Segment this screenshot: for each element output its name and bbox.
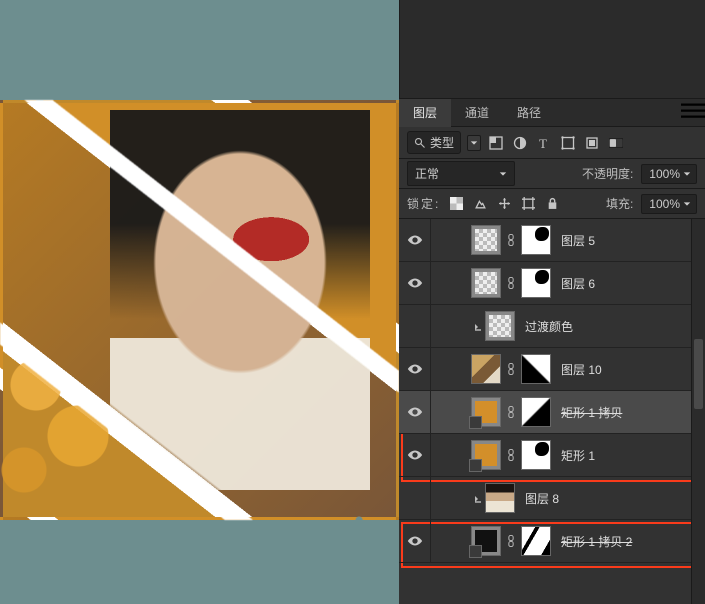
layer-thumbnail[interactable]: [471, 440, 501, 470]
kind-filter-dropdown[interactable]: 类型: [407, 131, 461, 154]
layer-name[interactable]: 图层 5: [561, 232, 595, 249]
kind-filter-toolbar: 类型 T: [399, 127, 705, 159]
mask-thumbnail[interactable]: [521, 225, 551, 255]
filter-shape-icon[interactable]: [559, 134, 577, 152]
tab-layers[interactable]: 图层: [399, 99, 451, 127]
layer-thumbnail[interactable]: [485, 483, 515, 513]
visibility-toggle[interactable]: [399, 520, 431, 562]
panels-column: 图层 通道 路径 类型 T 正常: [399, 0, 705, 604]
lock-image-icon[interactable]: [472, 196, 488, 212]
layer-row[interactable]: 图层 10: [399, 348, 691, 391]
layer-row[interactable]: 图层 8: [399, 477, 691, 520]
kind-filter-caret[interactable]: [467, 135, 481, 151]
layer-name[interactable]: 过渡颜色: [525, 318, 573, 335]
link-icon[interactable]: [505, 363, 517, 375]
visibility-toggle[interactable]: [399, 219, 431, 261]
mask-thumbnail[interactable]: [521, 268, 551, 298]
layer-name[interactable]: 图层 6: [561, 275, 595, 292]
tab-channels[interactable]: 通道: [451, 99, 503, 127]
lock-row: 锁定: 填充: 100%: [399, 189, 705, 219]
tab-paths[interactable]: 路径: [503, 99, 555, 127]
blend-mode-select[interactable]: 正常: [407, 161, 515, 186]
link-icon[interactable]: [505, 449, 517, 461]
layer-thumbnail[interactable]: [471, 397, 501, 427]
layer-name[interactable]: 图层 10: [561, 361, 602, 378]
layer-thumbnail[interactable]: [471, 354, 501, 384]
kind-filter-label: 类型: [430, 134, 454, 151]
layer-name[interactable]: 图层 8: [525, 490, 559, 507]
lock-artboard-icon[interactable]: [520, 196, 536, 212]
filter-toggle-icon[interactable]: [607, 134, 625, 152]
panel-top-gap: [399, 0, 705, 98]
layer-name[interactable]: 矩形 1 拷贝 2: [561, 533, 632, 550]
visibility-toggle[interactable]: [399, 391, 431, 433]
opacity-input[interactable]: 100%: [641, 164, 697, 184]
panel-menu-icon[interactable]: [681, 102, 705, 123]
chevron-down-icon: [683, 170, 691, 178]
panel-tabs: 图层 通道 路径: [399, 99, 705, 127]
layer-row[interactable]: 过渡颜色: [399, 305, 691, 348]
search-icon: [414, 137, 426, 149]
filter-smart-icon[interactable]: [583, 134, 601, 152]
layers-list: 图层 5 图层 6 过渡颜色图层 10 矩形 1 拷贝矩形 1 图层 8 矩形 1 拷贝 …: [399, 219, 705, 604]
clip-arrow-icon: [471, 493, 485, 503]
link-icon[interactable]: [505, 535, 517, 547]
mask-thumbnail[interactable]: [521, 397, 551, 427]
visibility-toggle[interactable]: [399, 434, 431, 476]
artwork-tear: [0, 100, 399, 520]
blend-mode-value: 正常: [415, 165, 439, 182]
scrollbar[interactable]: [691, 219, 705, 604]
layer-row[interactable]: 矩形 1: [399, 434, 691, 477]
fill-label: 填充:: [606, 195, 633, 212]
link-icon[interactable]: [505, 234, 517, 246]
scrollbar-thumb[interactable]: [694, 339, 703, 409]
chevron-down-icon: [499, 170, 507, 178]
mask-thumbnail[interactable]: [521, 354, 551, 384]
lock-all-icon[interactable]: [544, 196, 560, 212]
filter-pixel-icon[interactable]: [487, 134, 505, 152]
visibility-toggle[interactable]: [399, 262, 431, 304]
mask-thumbnail[interactable]: [521, 440, 551, 470]
lock-icons: [448, 196, 560, 212]
layer-name[interactable]: 矩形 1: [561, 447, 595, 464]
layer-name[interactable]: 矩形 1 拷贝: [561, 404, 622, 421]
layer-thumbnail[interactable]: [471, 268, 501, 298]
visibility-toggle[interactable]: [399, 477, 431, 519]
opacity-value: 100%: [649, 167, 680, 181]
opacity-label: 不透明度:: [582, 165, 633, 182]
layers-panel: 图层 通道 路径 类型 T 正常: [399, 98, 705, 604]
lock-label: 锁定:: [407, 195, 440, 212]
lock-transparent-icon[interactable]: [448, 196, 464, 212]
link-icon[interactable]: [505, 406, 517, 418]
layer-row[interactable]: 矩形 1 拷贝 2: [399, 520, 691, 563]
fill-input[interactable]: 100%: [641, 194, 697, 214]
mask-thumbnail[interactable]: [521, 526, 551, 556]
visibility-toggle[interactable]: [399, 305, 431, 347]
filter-adjust-icon[interactable]: [511, 134, 529, 152]
fill-value: 100%: [649, 197, 680, 211]
link-icon[interactable]: [505, 277, 517, 289]
layer-thumbnail[interactable]: [471, 526, 501, 556]
canvas-preview[interactable]: [0, 0, 399, 604]
svg-text:T: T: [539, 136, 547, 150]
clip-arrow-icon: [471, 321, 485, 331]
visibility-toggle[interactable]: [399, 348, 431, 390]
blend-row: 正常 不透明度: 100%: [399, 159, 705, 189]
layer-thumbnail[interactable]: [485, 311, 515, 341]
layer-row[interactable]: 矩形 1 拷贝: [399, 391, 691, 434]
lock-position-icon[interactable]: [496, 196, 512, 212]
layer-row[interactable]: 图层 5: [399, 219, 691, 262]
layer-thumbnail[interactable]: [471, 225, 501, 255]
chevron-down-icon: [683, 200, 691, 208]
filter-type-icon[interactable]: T: [535, 134, 553, 152]
layer-row[interactable]: 图层 6: [399, 262, 691, 305]
